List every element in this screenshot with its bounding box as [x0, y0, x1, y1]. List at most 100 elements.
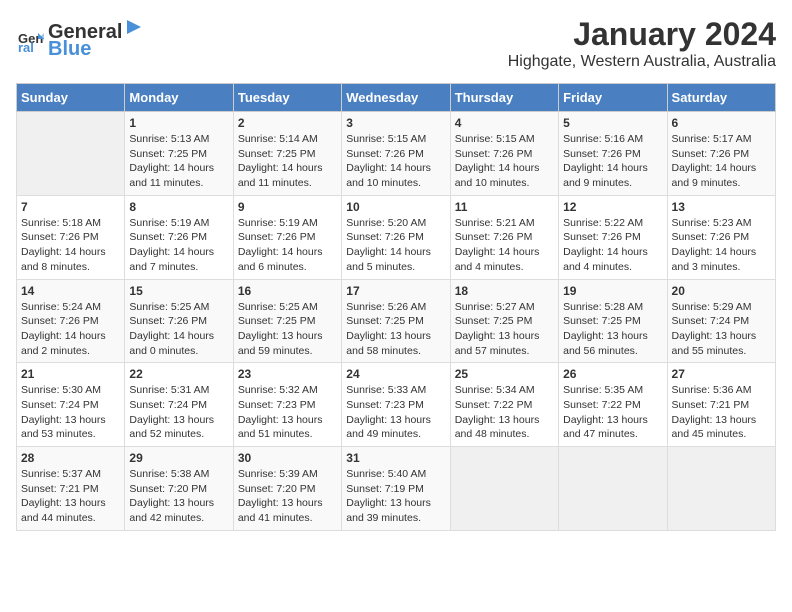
day-number: 28 — [21, 451, 120, 465]
week-row-4: 21 Sunrise: 5:30 AM Sunset: 7:24 PM Dayli… — [17, 363, 776, 447]
day-number: 13 — [672, 200, 771, 214]
week-row-2: 7 Sunrise: 5:18 AM Sunset: 7:26 PM Daylig… — [17, 195, 776, 279]
calendar-cell: 25 Sunrise: 5:34 AM Sunset: 7:22 PM Dayli… — [450, 363, 558, 447]
calendar-cell: 5 Sunrise: 5:16 AM Sunset: 7:26 PM Daylig… — [559, 112, 667, 196]
calendar-cell: 9Sunrise: 5:19 AM Sunset: 7:26 PM Daylig… — [233, 195, 341, 279]
calendar-cell — [667, 447, 775, 531]
day-number: 25 — [455, 367, 554, 381]
day-number: 31 — [346, 451, 445, 465]
page-header: Gene ral General Blue January 2024 Highg… — [16, 16, 776, 71]
day-info: Sunrise: 5:39 AM Sunset: 7:20 PM Dayligh… — [238, 467, 337, 526]
day-number: 26 — [563, 367, 662, 381]
day-number: 15 — [129, 284, 228, 298]
column-header-saturday: Saturday — [667, 84, 775, 112]
calendar-cell: 18 Sunrise: 5:27 AM Sunset: 7:25 PM Dayli… — [450, 279, 558, 363]
calendar-cell: 23 Sunrise: 5:32 AM Sunset: 7:23 PM Dayli… — [233, 363, 341, 447]
week-row-3: 14 Sunrise: 5:24 AM Sunset: 7:26 PM Dayli… — [17, 279, 776, 363]
day-number: 5 — [563, 116, 662, 130]
day-number: 16 — [238, 284, 337, 298]
day-info: Sunrise: 5:24 AM Sunset: 7:26 PM Dayligh… — [21, 300, 120, 359]
day-info: Sunrise: 5:31 AM Sunset: 7:24 PM Dayligh… — [129, 383, 228, 442]
day-info: Sunrise: 5:21 AM Sunset: 7:26 PM Dayligh… — [455, 216, 554, 275]
day-info: Sunrise: 5:28 AM Sunset: 7:25 PM Dayligh… — [563, 300, 662, 359]
calendar-cell: 8 Sunrise: 5:19 AM Sunset: 7:26 PM Daylig… — [125, 195, 233, 279]
calendar-cell: 16Sunrise: 5:25 AM Sunset: 7:25 PM Dayli… — [233, 279, 341, 363]
day-number: 27 — [672, 367, 771, 381]
calendar-cell: 12 Sunrise: 5:22 AM Sunset: 7:26 PM Dayli… — [559, 195, 667, 279]
day-number: 30 — [238, 451, 337, 465]
calendar-cell: 6 Sunrise: 5:17 AM Sunset: 7:26 PM Daylig… — [667, 112, 775, 196]
svg-text:ral: ral — [18, 40, 34, 53]
calendar-cell — [17, 112, 125, 196]
day-number: 8 — [129, 200, 228, 214]
calendar-cell: 17Sunrise: 5:26 AM Sunset: 7:25 PM Dayli… — [342, 279, 450, 363]
calendar-header-row: SundayMondayTuesdayWednesdayThursdayFrid… — [17, 84, 776, 112]
day-info: Sunrise: 5:25 AM Sunset: 7:26 PM Dayligh… — [129, 300, 228, 359]
week-row-1: 1 Sunrise: 5:13 AM Sunset: 7:25 PM Daylig… — [17, 112, 776, 196]
day-number: 18 — [455, 284, 554, 298]
day-number: 6 — [672, 116, 771, 130]
day-info: Sunrise: 5:27 AM Sunset: 7:25 PM Dayligh… — [455, 300, 554, 359]
day-info: Sunrise: 5:15 AM Sunset: 7:26 PM Dayligh… — [346, 132, 445, 191]
calendar-cell: 13Sunrise: 5:23 AM Sunset: 7:26 PM Dayli… — [667, 195, 775, 279]
day-info: Sunrise: 5:13 AM Sunset: 7:25 PM Dayligh… — [129, 132, 228, 191]
day-number: 4 — [455, 116, 554, 130]
calendar-cell: 7 Sunrise: 5:18 AM Sunset: 7:26 PM Daylig… — [17, 195, 125, 279]
calendar-cell — [450, 447, 558, 531]
column-header-thursday: Thursday — [450, 84, 558, 112]
column-header-sunday: Sunday — [17, 84, 125, 112]
logo-arrow-icon — [123, 16, 145, 38]
day-info: Sunrise: 5:17 AM Sunset: 7:26 PM Dayligh… — [672, 132, 771, 191]
day-info: Sunrise: 5:26 AM Sunset: 7:25 PM Dayligh… — [346, 300, 445, 359]
day-info: Sunrise: 5:36 AM Sunset: 7:21 PM Dayligh… — [672, 383, 771, 442]
day-info: Sunrise: 5:22 AM Sunset: 7:26 PM Dayligh… — [563, 216, 662, 275]
calendar-cell: 21 Sunrise: 5:30 AM Sunset: 7:24 PM Dayli… — [17, 363, 125, 447]
day-info: Sunrise: 5:18 AM Sunset: 7:26 PM Dayligh… — [21, 216, 120, 275]
day-info: Sunrise: 5:30 AM Sunset: 7:24 PM Dayligh… — [21, 383, 120, 442]
day-number: 12 — [563, 200, 662, 214]
column-header-friday: Friday — [559, 84, 667, 112]
calendar-cell: 30 Sunrise: 5:39 AM Sunset: 7:20 PM Dayli… — [233, 447, 341, 531]
day-info: Sunrise: 5:35 AM Sunset: 7:22 PM Dayligh… — [563, 383, 662, 442]
day-number: 14 — [21, 284, 120, 298]
calendar-cell: 24Sunrise: 5:33 AM Sunset: 7:23 PM Dayli… — [342, 363, 450, 447]
day-number: 22 — [129, 367, 228, 381]
column-header-tuesday: Tuesday — [233, 84, 341, 112]
calendar-cell: 14 Sunrise: 5:24 AM Sunset: 7:26 PM Dayli… — [17, 279, 125, 363]
calendar-title: January 2024 — [508, 16, 776, 53]
calendar-cell: 15 Sunrise: 5:25 AM Sunset: 7:26 PM Dayli… — [125, 279, 233, 363]
logo: Gene ral General Blue — [16, 16, 146, 61]
day-number: 10 — [346, 200, 445, 214]
week-row-5: 28Sunrise: 5:37 AM Sunset: 7:21 PM Dayli… — [17, 447, 776, 531]
day-info: Sunrise: 5:14 AM Sunset: 7:25 PM Dayligh… — [238, 132, 337, 191]
calendar-cell: 28Sunrise: 5:37 AM Sunset: 7:21 PM Dayli… — [17, 447, 125, 531]
calendar-cell: 10 Sunrise: 5:20 AM Sunset: 7:26 PM Dayli… — [342, 195, 450, 279]
calendar-subtitle: Highgate, Western Australia, Australia — [508, 53, 776, 71]
column-header-wednesday: Wednesday — [342, 84, 450, 112]
logo-icon: Gene ral — [16, 25, 44, 53]
day-number: 21 — [21, 367, 120, 381]
day-info: Sunrise: 5:20 AM Sunset: 7:26 PM Dayligh… — [346, 216, 445, 275]
day-info: Sunrise: 5:19 AM Sunset: 7:26 PM Dayligh… — [129, 216, 228, 275]
day-info: Sunrise: 5:34 AM Sunset: 7:22 PM Dayligh… — [455, 383, 554, 442]
calendar-cell: 31 Sunrise: 5:40 AM Sunset: 7:19 PM Dayli… — [342, 447, 450, 531]
calendar-cell: 22 Sunrise: 5:31 AM Sunset: 7:24 PM Dayli… — [125, 363, 233, 447]
day-number: 23 — [238, 367, 337, 381]
day-info: Sunrise: 5:15 AM Sunset: 7:26 PM Dayligh… — [455, 132, 554, 191]
calendar-cell: 29Sunrise: 5:38 AM Sunset: 7:20 PM Dayli… — [125, 447, 233, 531]
day-number: 7 — [21, 200, 120, 214]
calendar-cell: 20Sunrise: 5:29 AM Sunset: 7:24 PM Dayli… — [667, 279, 775, 363]
calendar-cell: 26 Sunrise: 5:35 AM Sunset: 7:22 PM Dayli… — [559, 363, 667, 447]
day-info: Sunrise: 5:29 AM Sunset: 7:24 PM Dayligh… — [672, 300, 771, 359]
day-info: Sunrise: 5:38 AM Sunset: 7:20 PM Dayligh… — [129, 467, 228, 526]
calendar-cell — [559, 447, 667, 531]
day-number: 3 — [346, 116, 445, 130]
calendar-cell: 19Sunrise: 5:28 AM Sunset: 7:25 PM Dayli… — [559, 279, 667, 363]
day-number: 2 — [238, 116, 337, 130]
day-info: Sunrise: 5:16 AM Sunset: 7:26 PM Dayligh… — [563, 132, 662, 191]
day-info: Sunrise: 5:32 AM Sunset: 7:23 PM Dayligh… — [238, 383, 337, 442]
calendar-cell: 3 Sunrise: 5:15 AM Sunset: 7:26 PM Daylig… — [342, 112, 450, 196]
day-info: Sunrise: 5:40 AM Sunset: 7:19 PM Dayligh… — [346, 467, 445, 526]
day-number: 1 — [129, 116, 228, 130]
day-number: 9 — [238, 200, 337, 214]
